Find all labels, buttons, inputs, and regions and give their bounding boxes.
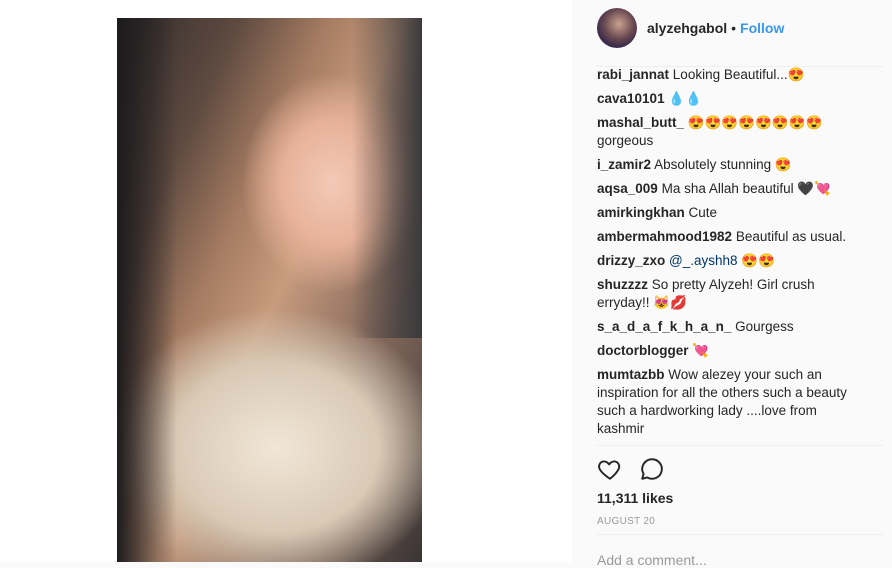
post-header: alyzehgabol • Follow <box>597 8 784 48</box>
comment-row: i_zamir2 Absolutely stunning 😍 <box>597 156 865 174</box>
avatar[interactable] <box>597 8 637 48</box>
comment-username[interactable]: s_a_d_a_f_k_h_a_n_ <box>597 319 731 334</box>
comment-row: rabi_jannat Looking Beautiful...😍 <box>597 66 865 84</box>
follow-button[interactable]: Follow <box>740 20 784 36</box>
comment-mention[interactable]: @_.ayshh8 <box>669 253 738 268</box>
comment-text: Cute <box>688 205 718 220</box>
comment-text: 💘 <box>692 343 710 358</box>
comment-text: Gourgess <box>735 319 794 334</box>
action-bar <box>597 456 665 482</box>
comment-row: shuzzzz So pretty Alyzeh! Girl crush err… <box>597 276 865 312</box>
comment-text: Ma sha Allah beautiful 🖤💘 <box>661 181 832 196</box>
photo-shadow-right <box>352 18 422 338</box>
post-username[interactable]: alyzehgabol <box>647 20 727 36</box>
comment-username[interactable]: ambermahmood1982 <box>597 229 732 244</box>
comment-row: cava10101 💧💧 <box>597 90 865 108</box>
comment-row: aqsa_009 Ma sha Allah beautiful 🖤💘 <box>597 180 865 198</box>
heart-icon[interactable] <box>597 456 623 482</box>
comment-row: ambermahmood1982 Beautiful as usual. <box>597 228 865 246</box>
comment-row: mumtazbb Wow alezey your such an inspira… <box>597 366 865 438</box>
comment-username[interactable]: amirkingkhan <box>597 205 685 220</box>
comment-row: mashal_butt_ 😍😍😍😍😍😍😍😍 gorgeous <box>597 114 865 150</box>
comment-row: doctorblogger 💘 <box>597 342 865 360</box>
comment-username[interactable]: aqsa_009 <box>597 181 658 196</box>
comment-row: amirkingkhan Cute <box>597 204 865 222</box>
photo-shadow-left <box>117 18 177 562</box>
post-photo[interactable] <box>117 18 422 562</box>
comment-username[interactable]: rabi_jannat <box>597 67 669 82</box>
comment-username[interactable]: doctorblogger <box>597 343 689 358</box>
comment-bubble-icon[interactable] <box>639 456 665 482</box>
add-comment-input[interactable]: Add a comment... <box>597 552 707 568</box>
comments-divider <box>597 445 884 446</box>
comment-username[interactable]: shuzzzz <box>597 277 648 292</box>
comment-text: Absolutely stunning 😍 <box>654 157 792 172</box>
post-date[interactable]: AUGUST 20 <box>597 516 655 527</box>
comment-username[interactable]: mashal_butt_ <box>597 115 684 130</box>
date-divider <box>597 534 884 535</box>
post-side-panel: alyzehgabol • Follow rabi_jannat Looking… <box>583 0 892 568</box>
comment-text: Looking Beautiful...😍 <box>672 67 805 82</box>
separator-dot: • <box>731 20 737 36</box>
comment-text: Beautiful as usual. <box>735 229 847 244</box>
comment-text: 😍😍 <box>741 253 775 268</box>
comments-list[interactable]: rabi_jannat Looking Beautiful...😍 cava101… <box>597 66 865 444</box>
comment-username[interactable]: drizzy_zxo <box>597 253 665 268</box>
comment-row: s_a_d_a_f_k_h_a_n_ Gourgess <box>597 318 865 336</box>
comment-row: drizzy_zxo @_.ayshh8 😍😍 <box>597 252 865 270</box>
comment-text: 💧💧 <box>668 91 702 106</box>
comment-username[interactable]: cava10101 <box>597 91 665 106</box>
likes-count[interactable]: 11,311 likes <box>597 490 673 506</box>
comment-username[interactable]: mumtazbb <box>597 367 665 382</box>
comment-username[interactable]: i_zamir2 <box>597 157 651 172</box>
